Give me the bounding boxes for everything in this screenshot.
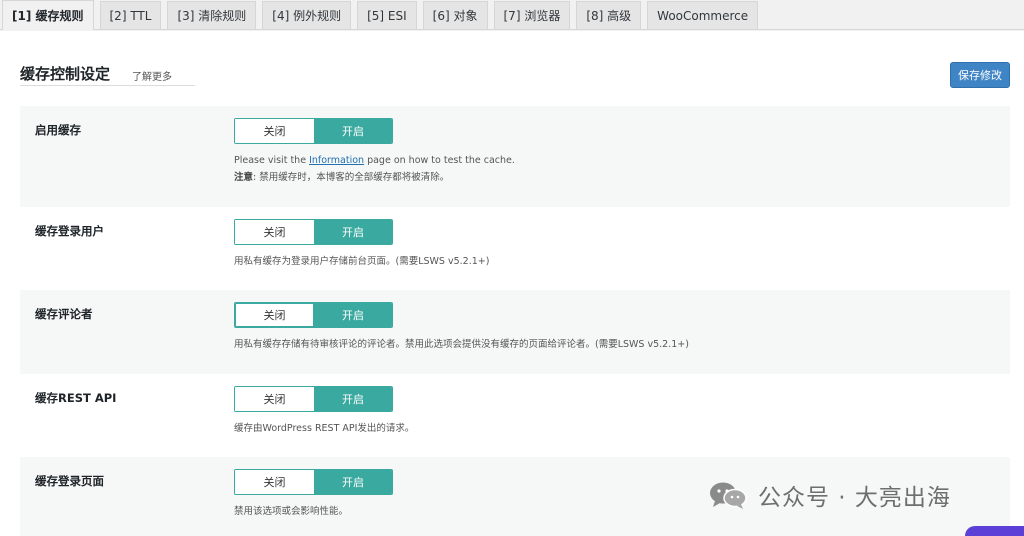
setting-description: 禁用该选项或会影响性能。 bbox=[234, 506, 349, 517]
toggle-off-option[interactable]: 关闭 bbox=[235, 470, 314, 494]
wechat-icon bbox=[710, 482, 747, 509]
tab-purge[interactable]: [3] 清除规则 bbox=[167, 1, 257, 29]
learn-more-link[interactable]: 了解更多 bbox=[132, 68, 172, 83]
tab-browser[interactable]: [7] 浏览器 bbox=[493, 1, 571, 29]
watermark: 公众号 · 大亮出海 bbox=[708, 478, 951, 512]
setting-row-cache-logged-in: 缓存登录用户 关闭 开启 用私有缓存为登录用户存储前台页面。(需要LSWS v5… bbox=[20, 207, 1010, 290]
tab-woocommerce[interactable]: WooCommerce bbox=[647, 1, 759, 29]
toggle-on-option[interactable]: 开启 bbox=[314, 220, 392, 244]
setting-label: 缓存登录用户 bbox=[35, 224, 104, 238]
cache-commenters-toggle[interactable]: 关闭 开启 bbox=[234, 302, 393, 328]
tab-excludes[interactable]: [4] 例外规则 bbox=[262, 1, 352, 29]
setting-label: 启用缓存 bbox=[35, 123, 81, 137]
watermark-text: 公众号 · 大亮出海 bbox=[758, 485, 951, 511]
tab-object[interactable]: [6] 对象 bbox=[422, 1, 488, 29]
toggle-off-option[interactable]: 关闭 bbox=[235, 387, 314, 411]
setting-note: 注意: 禁用缓存时，本博客的全部缓存都将被清除。 bbox=[234, 169, 449, 186]
setting-description: 缓存由WordPress REST API发出的请求。 bbox=[234, 423, 415, 434]
tab-esi[interactable]: [5] ESI bbox=[357, 1, 417, 29]
cache-rest-api-toggle[interactable]: 关闭 开启 bbox=[234, 386, 393, 412]
toggle-off-option[interactable]: 关闭 bbox=[235, 303, 314, 327]
toggle-on-option[interactable]: 开启 bbox=[314, 470, 392, 494]
note-label: 注意 bbox=[234, 172, 254, 183]
setting-label: 缓存登录页面 bbox=[35, 474, 104, 488]
setting-description: 用私有缓存为登录用户存储前台页面。(需要LSWS v5.2.1+) bbox=[234, 256, 490, 267]
corner-widget[interactable] bbox=[965, 526, 1024, 536]
setting-label: 缓存REST API bbox=[35, 391, 117, 405]
setting-row-enable-cache: 启用缓存 关闭 开启 Please visit the Information … bbox=[20, 106, 1010, 207]
enable-cache-toggle[interactable]: 关闭 开启 bbox=[234, 118, 393, 144]
note-text: : 禁用缓存时，本博客的全部缓存都将被清除。 bbox=[253, 172, 450, 183]
settings-tabs: [1] 缓存规则 [2] TTL [3] 清除规则 [4] 例外规则 [5] E… bbox=[0, 0, 1024, 30]
toggle-on-option[interactable]: 开启 bbox=[314, 119, 392, 143]
settings-panel: 缓存控制设定 了解更多 保存修改 启用缓存 关闭 开启 Please visit… bbox=[0, 31, 1024, 536]
setting-row-cache-rest-api: 缓存REST API 关闭 开启 缓存由WordPress REST API发出… bbox=[20, 374, 1010, 457]
tab-advanced[interactable]: [8] 高级 bbox=[576, 1, 642, 29]
setting-label: 缓存评论者 bbox=[35, 307, 93, 321]
toggle-on-option[interactable]: 开启 bbox=[314, 303, 392, 327]
setting-description: 用私有缓存存储有待审核评论的评论者。禁用此选项会提供没有缓存的页面给评论者。(需… bbox=[234, 339, 689, 350]
cache-logged-in-toggle[interactable]: 关闭 开启 bbox=[234, 219, 393, 245]
tab-ttl[interactable]: [2] TTL bbox=[99, 1, 162, 29]
section-header: 缓存控制设定 了解更多 bbox=[20, 63, 195, 86]
section-title: 缓存控制设定 bbox=[20, 65, 111, 83]
toggle-off-option[interactable]: 关闭 bbox=[235, 119, 314, 143]
description-text: page on how to test the cache. bbox=[364, 155, 515, 166]
setting-description: Please visit the Information page on how… bbox=[234, 152, 515, 169]
save-button[interactable]: 保存修改 bbox=[950, 62, 1010, 88]
toggle-on-option[interactable]: 开启 bbox=[314, 387, 392, 411]
cache-login-page-toggle[interactable]: 关闭 开启 bbox=[234, 469, 393, 495]
information-link[interactable]: Information bbox=[309, 155, 364, 166]
description-text: Please visit the bbox=[234, 155, 310, 166]
setting-row-cache-commenters: 缓存评论者 关闭 开启 用私有缓存存储有待审核评论的评论者。禁用此选项会提供没有… bbox=[20, 290, 1010, 374]
tab-cache-rules[interactable]: [1] 缓存规则 bbox=[2, 0, 94, 30]
toggle-off-option[interactable]: 关闭 bbox=[235, 220, 314, 244]
